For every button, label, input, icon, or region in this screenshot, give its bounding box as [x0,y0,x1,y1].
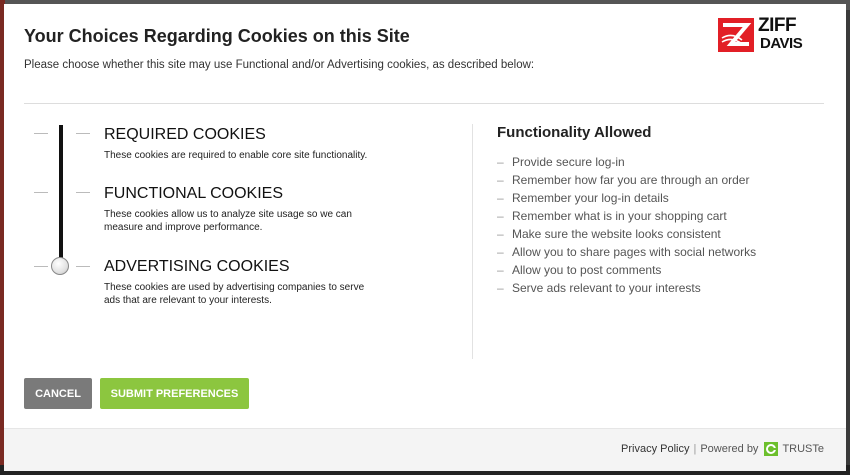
footer-separator: | [693,443,697,455]
logo-line-2: DAVIS [760,35,803,52]
list-item: – Remember how far you are through an ord… [497,173,750,187]
list-item: – Remember your log-in details [497,191,669,205]
dash-icon: – [497,263,504,277]
ziff-davis-mark-icon [718,18,754,52]
level-title: REQUIRED COOKIES [104,126,266,143]
level-functional[interactable]: FUNCTIONAL COOKIES These cookies allow u… [104,185,379,234]
list-item: – Make sure the website looks consistent [497,227,721,241]
list-item: – Serve ads relevant to your interests [497,281,701,295]
slider-tick [76,192,90,193]
powered-by-label: Powered by [700,443,759,455]
modal-title: Your Choices Regarding Cookies on this S… [24,26,410,46]
cookie-preferences-modal: Your Choices Regarding Cookies on this S… [4,4,846,471]
truste-icon [764,442,779,456]
dash-icon: – [497,245,504,259]
cancel-button[interactable]: CANCEL [24,378,92,409]
cookie-level-slider[interactable] [59,125,63,270]
slider-handle[interactable] [51,257,69,275]
list-item: – Allow you to share pages with social ne… [497,245,757,259]
level-description: These cookies allow us to analyze site u… [104,209,352,233]
dash-icon: – [497,209,504,223]
list-item: – Remember what is in your shopping cart [497,209,727,223]
dash-icon: – [497,281,504,295]
level-title: FUNCTIONAL COOKIES [104,185,283,202]
logo-wordmark: ZIFF DAVIS [758,15,803,52]
slider-tick [76,133,90,134]
modal-subtitle: Please choose whether this site may use … [24,59,535,71]
functionality-list: – Provide secure log-in – Remember how far… [497,153,756,297]
list-item: – Provide secure log-in [497,155,625,169]
logo-line-1: ZIFF [758,15,797,36]
functionality-allowed-title: Functionality Allowed [497,124,652,141]
slider-tick [34,192,48,193]
truste-label[interactable]: TRUSTe [782,443,824,455]
level-description: These cookies are used by advertising co… [104,282,365,306]
column-divider [472,124,473,359]
level-description: These cookies are required to enable cor… [104,150,368,161]
slider-tick [34,266,48,267]
list-item: – Allow you to post comments [497,263,662,277]
ziff-davis-logo: ZIFF DAVIS [718,16,822,56]
dash-icon: – [497,155,504,169]
footer-links: Privacy Policy | Powered by TRUSTe [621,442,824,456]
dash-icon: – [497,227,504,241]
submit-preferences-button[interactable]: SUBMIT PREFERENCES [100,378,249,409]
level-required[interactable]: REQUIRED COOKIES These cookies are requi… [104,126,379,162]
dash-icon: – [497,191,504,205]
slider-tick [34,133,48,134]
privacy-policy-link[interactable]: Privacy Policy [621,443,689,455]
level-title: ADVERTISING COOKIES [104,258,290,275]
slider-tick [76,266,90,267]
level-advertising[interactable]: ADVERTISING COOKIES These cookies are us… [104,258,379,307]
header-divider [24,103,824,104]
dash-icon: – [497,173,504,187]
modal-footer: Privacy Policy | Powered by TRUSTe [4,428,846,471]
